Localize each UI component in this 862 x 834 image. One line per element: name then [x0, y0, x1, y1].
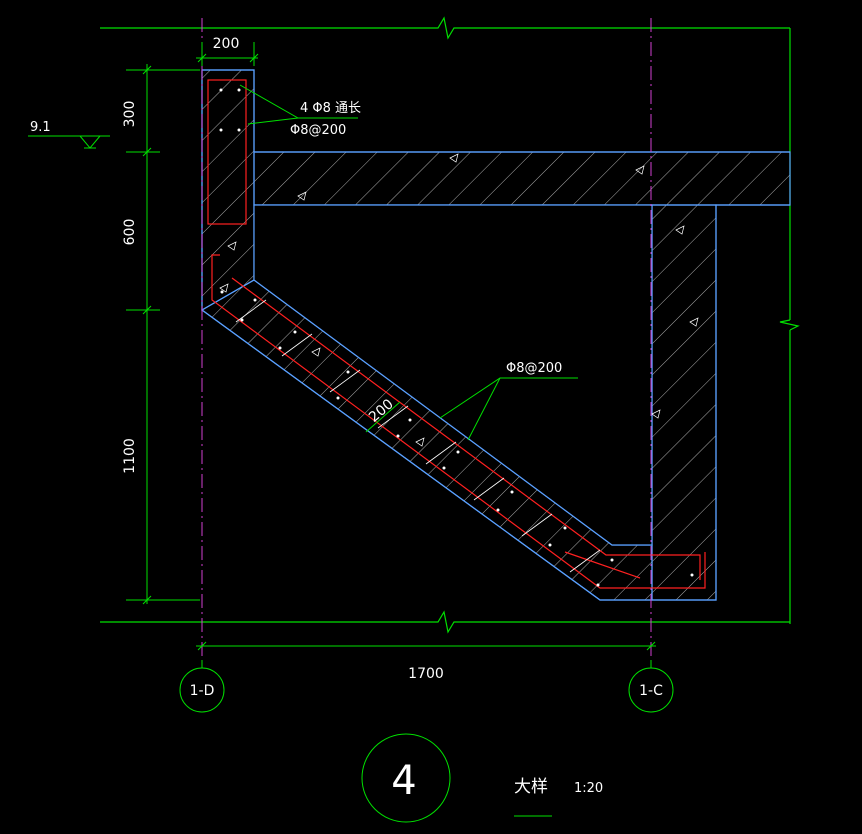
dim-bottom-1700: 1700	[408, 666, 444, 682]
dim-left-600: 600	[122, 219, 138, 246]
detail-scale: 1:20	[574, 781, 603, 796]
rebar-note-longitudinal: 4 Φ8 通长	[300, 101, 361, 116]
top-slab-band	[253, 151, 791, 206]
concrete-section	[200, 69, 791, 601]
dim-left-1100: 1100	[122, 438, 138, 474]
rebar-note-stirrup-slope: Φ8@200	[506, 361, 562, 376]
dim-left-300: 300	[122, 101, 138, 128]
bottom-break-line	[100, 610, 790, 634]
elevation-label: 9.1	[30, 120, 51, 135]
axis-label-left: 1-D	[190, 683, 215, 699]
detail-title: 大样	[514, 777, 548, 797]
detail-number: 4	[391, 758, 416, 804]
detail-drawing: 9.1 200 300 600 1100 1700 200 4 Φ8 通长 Φ8…	[28, 16, 800, 823]
rebar-note-stirrup-top: Φ8@200	[290, 123, 346, 138]
right-wall	[651, 204, 717, 601]
dim-top-width: 200	[213, 36, 240, 52]
outer-outline	[202, 69, 790, 153]
axis-label-right: 1-C	[639, 683, 663, 699]
